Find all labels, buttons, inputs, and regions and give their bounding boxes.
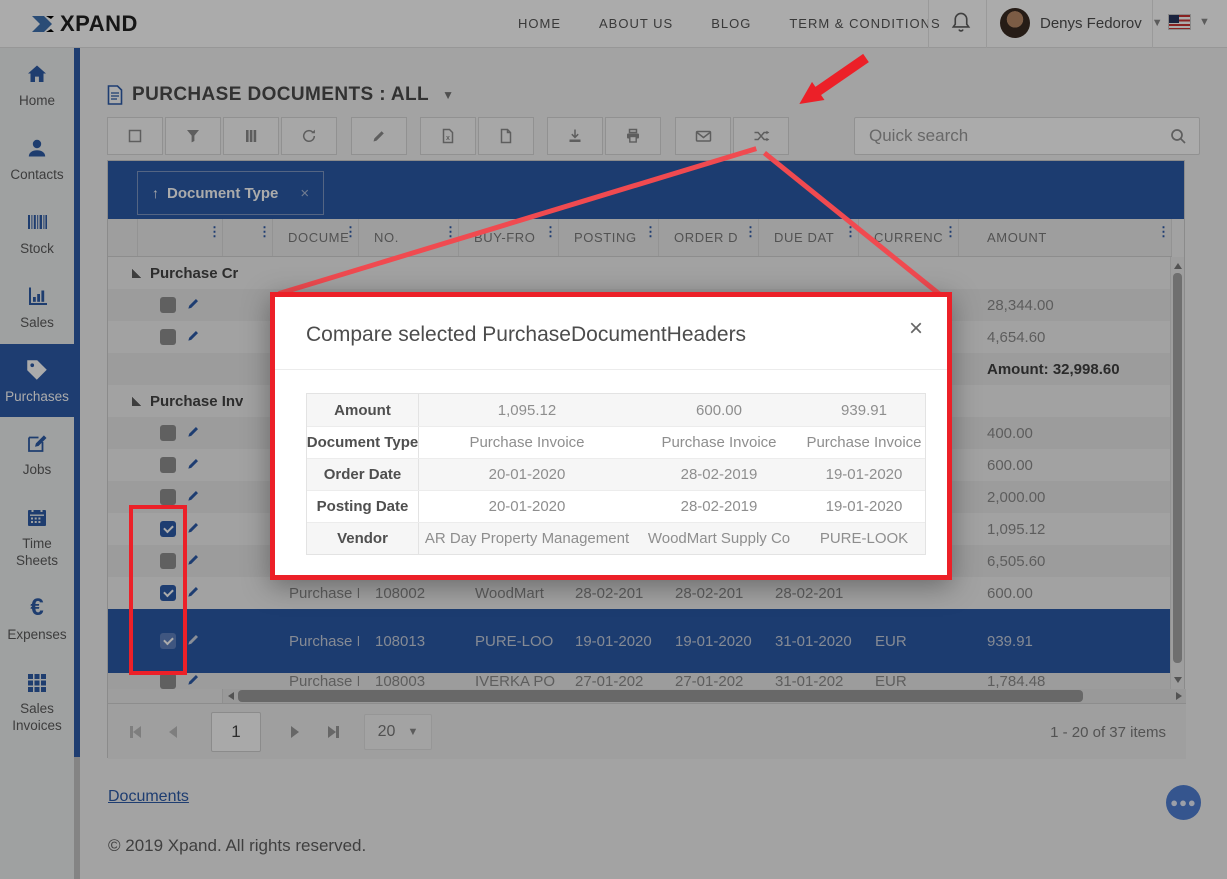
- compare-row-label: Document Type: [307, 427, 419, 458]
- compare-row-vendor: VendorAR Day Property ManagementWoodMart…: [307, 522, 925, 554]
- compare-row-label: Amount: [307, 394, 419, 426]
- compare-row-amount: Amount1,095.12600.00939.91: [307, 394, 925, 426]
- compare-row-label: Order Date: [307, 459, 419, 490]
- divider: [275, 369, 947, 370]
- compare-row-document-type: Document TypePurchase InvoicePurchase In…: [307, 426, 925, 458]
- compare-value: AR Day Property Management: [419, 523, 635, 554]
- compare-value: 1,095.12: [419, 394, 635, 426]
- compare-value: 19-01-2020: [803, 491, 925, 522]
- compare-value: PURE-LOOK: [803, 523, 925, 554]
- compare-value: 28-02-2019: [635, 459, 803, 490]
- compare-modal: Compare selected PurchaseDocumentHeaders…: [270, 292, 952, 580]
- compare-value: 20-01-2020: [419, 491, 635, 522]
- compare-value: 939.91: [803, 394, 925, 426]
- annotation-highlight-checkboxes: [129, 505, 187, 675]
- compare-row-order-date: Order Date20-01-202028-02-201919-01-2020: [307, 458, 925, 490]
- compare-value: Purchase Invoice: [635, 427, 803, 458]
- compare-value: Purchase Invoice: [803, 427, 925, 458]
- compare-value: 600.00: [635, 394, 803, 426]
- compare-row-label: Vendor: [307, 523, 419, 554]
- compare-value: Purchase Invoice: [419, 427, 635, 458]
- close-icon[interactable]: ×: [909, 315, 923, 343]
- compare-row-posting-date: Posting Date20-01-202028-02-201919-01-20…: [307, 490, 925, 522]
- compare-table: Amount1,095.12600.00939.91Document TypeP…: [306, 393, 926, 555]
- modal-title: Compare selected PurchaseDocumentHeaders: [306, 323, 746, 347]
- compare-value: WoodMart Supply Co: [635, 523, 803, 554]
- compare-value: 28-02-2019: [635, 491, 803, 522]
- compare-value: 20-01-2020: [419, 459, 635, 490]
- compare-value: 19-01-2020: [803, 459, 925, 490]
- compare-row-label: Posting Date: [307, 491, 419, 522]
